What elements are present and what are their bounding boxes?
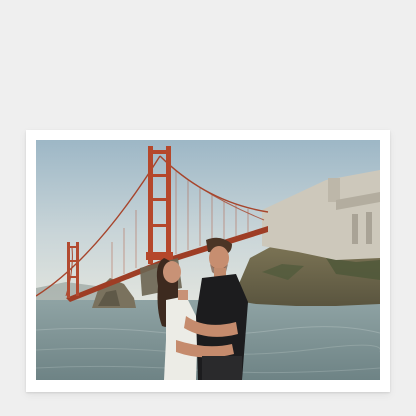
photo-print-card <box>26 130 390 392</box>
product-photo[interactable] <box>36 140 380 380</box>
photo-illustration <box>36 140 380 380</box>
product-preview-stage <box>0 0 416 416</box>
